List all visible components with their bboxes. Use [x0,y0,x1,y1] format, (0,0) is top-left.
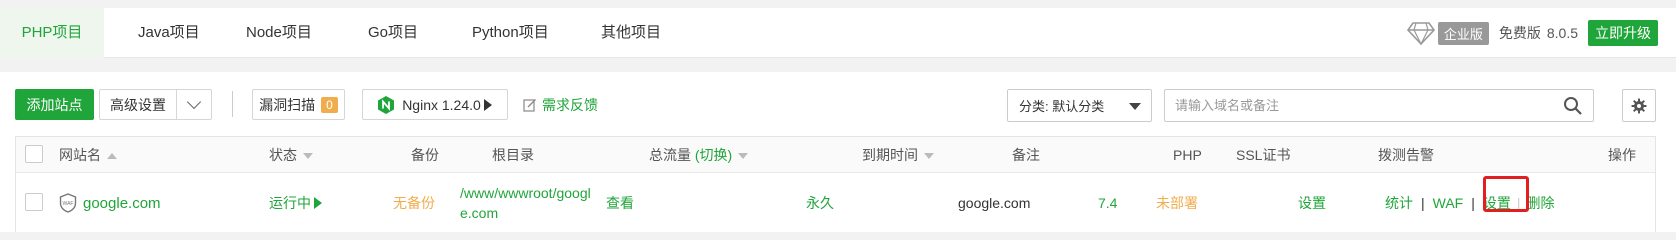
monitor-settings-link[interactable]: 设置 [1298,173,1326,233]
caret-down-icon [1129,103,1141,110]
tab-go[interactable]: Go项目 [368,8,418,58]
row-actions: 统计 | WAF | 设置 | 删除 [1385,173,1555,233]
col-expiry-label: 到期时间 [862,147,918,163]
version-label: 8.0.5 [1546,25,1578,41]
expiry-link[interactable]: 永久 [806,173,834,233]
sort-icon [107,153,117,160]
vuln-count-badge: 0 [321,96,338,113]
root-dir-link[interactable]: /www/wwwroot/google.com [460,183,600,223]
root-dir-cell: /www/wwwroot/google.com [460,173,600,233]
delete-link[interactable]: 删除 [1527,193,1555,213]
action-divider: | [1471,195,1475,211]
col-actions: 操作 [1608,147,1636,163]
advanced-settings-button[interactable]: 高级设置 [99,89,177,120]
stats-link[interactable]: 统计 [1385,193,1413,213]
site-list-panel: 添加站点 高级设置 漏洞扫描 0 Nginx 1.24.0 需求反馈 分类: 默… [0,72,1676,232]
nginx-icon [378,95,395,114]
col-traffic-label: 总流量 [649,147,691,163]
upgrade-button[interactable]: 立即升级 [1588,20,1658,46]
table-header: 网站名 状态 备份 根目录 总流量 (切换) 到期时间 备注 PHP SSL证书… [16,137,1655,173]
col-status[interactable]: 状态 [269,137,313,173]
vuln-scan-label: 漏洞扫描 [259,96,316,113]
settings-highlight-box [1483,176,1529,212]
toolbar-divider [232,91,233,117]
action-divider: | [1421,195,1425,211]
nginx-button[interactable]: Nginx 1.24.0 [362,89,508,120]
vuln-scan-button[interactable]: 漏洞扫描 0 [252,89,345,120]
remark-cell[interactable]: google.com [958,173,1030,233]
edit-icon [523,98,536,112]
tab-php[interactable]: PHP项目 [0,8,104,58]
search-icon[interactable] [1563,96,1583,116]
row-checkbox[interactable] [25,193,43,211]
site-name-link[interactable]: google.com [83,195,161,212]
col-ssl: SSL证书 [1236,147,1291,163]
search-box [1164,89,1594,122]
waf-shield-icon: WAF [59,193,77,213]
play-icon [483,98,492,111]
col-status-label: 状态 [269,147,297,163]
tab-node[interactable]: Node项目 [246,8,312,58]
col-expiry[interactable]: 到期时间 [862,137,934,173]
table-row: WAF google.com 运行中 无备份 /www/wwwroot/goog… [16,173,1655,233]
search-input[interactable] [1165,90,1535,121]
php-version-link[interactable]: 7.4 [1098,173,1117,233]
waf-link[interactable]: WAF [1433,195,1464,211]
col-traffic[interactable]: 总流量 (切换) [649,137,749,173]
enterprise-badge[interactable]: 企业版 [1437,21,1489,45]
category-select[interactable]: 分类: 默认分类 [1007,89,1152,122]
col-php: PHP [1173,147,1202,163]
col-monitor: 拨测告警 [1378,147,1434,163]
table-settings-button[interactable] [1622,89,1656,122]
status-label: 运行中 [269,195,311,211]
feedback-label: 需求反馈 [542,96,598,113]
traffic-toggle-link[interactable]: (切换) [695,147,732,163]
tab-other[interactable]: 其他项目 [601,8,661,58]
sort-icon [924,153,934,160]
free-edition-label: 免费版 [1498,25,1541,41]
status-toggle[interactable]: 运行中 [269,173,322,233]
col-root-dir: 根目录 [492,147,534,163]
project-tab-bar: PHP项目 Java项目 Node项目 Go项目 Python项目 其他项目 企… [0,8,1676,58]
tab-java[interactable]: Java项目 [138,8,200,58]
backup-link[interactable]: 无备份 [393,173,435,233]
advanced-dropdown-button[interactable] [176,89,212,120]
tab-python[interactable]: Python项目 [472,8,549,58]
col-site-name[interactable]: 网站名 [59,137,117,173]
edition-info: 企业版 免费版 8.0.5 立即升级 [1406,8,1658,58]
col-site-name-label: 网站名 [59,147,101,163]
traffic-view-link[interactable]: 查看 [606,173,634,233]
select-all-checkbox[interactable] [25,145,43,163]
ssl-link[interactable]: 未部署 [1156,173,1198,233]
svg-text:WAF: WAF [63,201,74,207]
col-backup: 备份 [411,147,439,163]
add-site-button[interactable]: 添加站点 [15,89,94,120]
category-select-value: 分类: 默认分类 [1019,99,1105,114]
sort-icon [738,153,749,160]
diamond-icon [1406,22,1435,46]
nginx-version-label: Nginx 1.24.0 [402,96,481,113]
chevron-down-icon [186,94,202,110]
sort-icon [303,153,313,160]
col-remark: 备注 [1012,147,1040,163]
gear-icon [1631,98,1647,113]
feedback-link[interactable]: 需求反馈 [523,89,598,120]
site-name-cell[interactable]: WAF google.com [59,173,161,233]
play-icon [314,197,322,209]
site-table: 网站名 状态 备份 根目录 总流量 (切换) 到期时间 备注 PHP SSL证书… [15,136,1656,232]
